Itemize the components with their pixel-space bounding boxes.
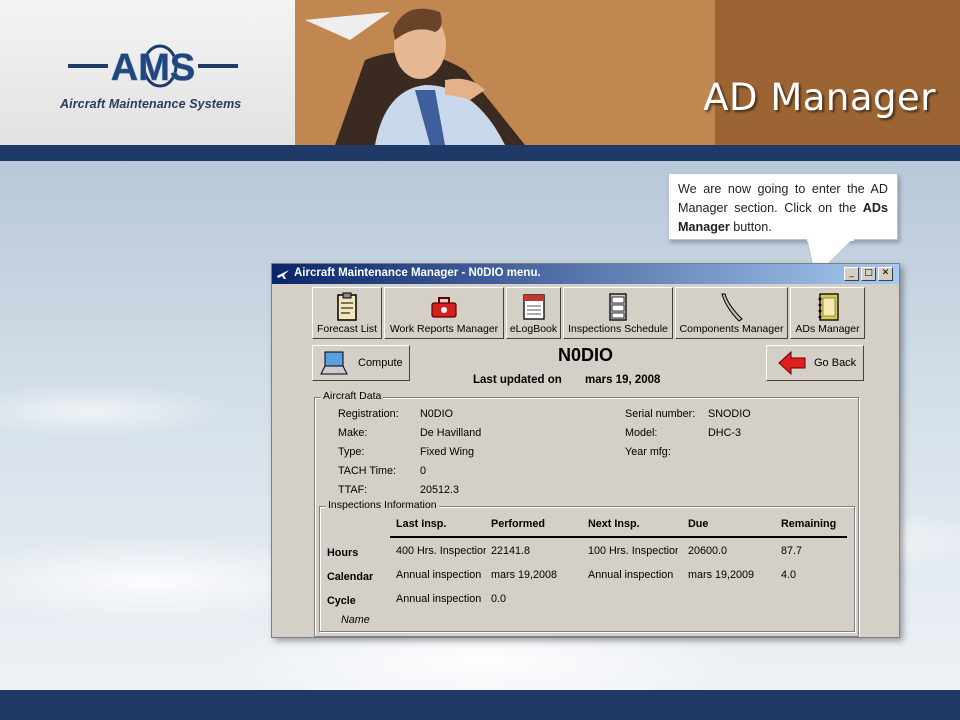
- header-photo: AD Manager: [295, 0, 960, 145]
- instruction-callout: We are now going to enter the AD Manager…: [668, 173, 898, 240]
- work-reports-manager-button[interactable]: Work Reports Manager: [384, 287, 504, 339]
- close-button[interactable]: ✕: [878, 267, 893, 281]
- ttaf-label: TTAF:: [338, 484, 368, 496]
- forecast-list-label: Forecast List: [316, 323, 378, 335]
- header-next-insp: Next Insp.: [588, 518, 640, 530]
- type-value: Fixed Wing: [420, 446, 475, 458]
- window-title: Aircraft Maintenance Manager - N0DIO men…: [294, 267, 541, 279]
- hours-next-insp: 100 Hrs. Inspection: [588, 545, 678, 557]
- bottom-band: [0, 690, 960, 720]
- serial-number-label: Serial number:: [625, 408, 696, 420]
- toolbox-icon: [431, 297, 457, 318]
- row-label-cycle: Cycle: [327, 595, 356, 607]
- serial-number-value: SNODIO: [708, 408, 751, 420]
- last-updated-label: Last updated on: [473, 374, 562, 386]
- hours-last-insp: 400 Hrs. Inspection: [396, 545, 486, 557]
- hours-remaining: 87.7: [781, 545, 803, 557]
- app-window: Aircraft Maintenance Manager - N0DIO men…: [271, 263, 900, 638]
- make-label: Make:: [338, 427, 368, 439]
- go-back-button[interactable]: Go Back: [766, 345, 864, 381]
- elogbook-label: eLogBook: [509, 323, 558, 335]
- registration-value: N0DIO: [420, 408, 453, 420]
- wrench-icon: [720, 293, 743, 322]
- page-title: AD Manager: [703, 76, 936, 119]
- make-value: De Havilland: [420, 427, 482, 439]
- header-due: Due: [688, 518, 709, 530]
- window-titlebar[interactable]: Aircraft Maintenance Manager - N0DIO men…: [272, 264, 899, 284]
- calendar-last-insp: Annual inspection: [396, 569, 482, 581]
- hours-due: 20600.0: [688, 545, 728, 557]
- logo-panel: AMS AMS Aircraft Maintenance Systems: [0, 0, 295, 145]
- callout-text-after: button.: [729, 220, 772, 234]
- logo-text: Aircraft Maintenance Systems: [60, 97, 242, 111]
- model-value: DHC-3: [708, 427, 741, 439]
- inspections-schedule-label: Inspections Schedule: [568, 323, 668, 335]
- header-last-insp: Last Insp.: [396, 518, 447, 530]
- header-underline: [390, 536, 847, 538]
- ams-logo: AMS AMS: [68, 44, 238, 89]
- businessman-photo-illustration: [295, 0, 960, 145]
- hours-performed: 22141.8: [491, 545, 531, 557]
- model-label: Model:: [625, 427, 658, 439]
- calendar-remaining: 4.0: [781, 569, 797, 581]
- logbook-icon: [522, 294, 545, 320]
- components-manager-label: Components Manager: [679, 323, 784, 335]
- name-label: Name: [341, 614, 370, 626]
- tach-time-label: TACH Time:: [338, 465, 396, 477]
- work-reports-manager-label: Work Reports Manager: [389, 323, 499, 335]
- airplane-icon: [277, 270, 289, 279]
- row-label-calendar: Calendar: [327, 571, 374, 583]
- registration-label: Registration:: [338, 408, 399, 420]
- last-updated-value: mars 19, 2008: [585, 374, 661, 386]
- maximize-button[interactable]: □: [861, 267, 876, 281]
- go-back-label: Go Back: [814, 357, 857, 369]
- inspections-schedule-button[interactable]: Inspections Schedule: [563, 287, 673, 339]
- logo-letters-outline: AMS: [111, 47, 195, 89]
- forecast-list-button[interactable]: Forecast List: [312, 287, 382, 339]
- ads-manager-button[interactable]: ADs Manager: [790, 287, 865, 339]
- calendar-due: mars 19,2009: [688, 569, 755, 581]
- clipboard-icon: [337, 292, 357, 321]
- elogbook-button[interactable]: eLogBook: [506, 287, 561, 339]
- ads-manager-label: ADs Manager: [795, 323, 860, 335]
- callout-text-before: We are now going to enter the AD Manager…: [678, 182, 888, 215]
- tach-time-value: 0: [420, 465, 427, 477]
- notebook-icon: [818, 293, 839, 321]
- calendar-performed: mars 19,2008: [491, 569, 558, 581]
- cycle-performed: 0.0: [491, 593, 507, 605]
- cabinet-icon: [609, 293, 627, 321]
- header: AMS AMS Aircraft Maintenance Systems AD …: [0, 0, 960, 145]
- inspections-group: Inspections Information Last Insp. Perfo…: [319, 499, 855, 632]
- ttaf-value: 20512.3: [420, 484, 460, 496]
- year-mfg-label: Year mfg:: [625, 446, 671, 458]
- top-band: [0, 145, 960, 161]
- inspections-label: Inspections Information: [326, 499, 439, 511]
- header-remaining: Remaining: [781, 518, 837, 530]
- row-label-hours: Hours: [327, 547, 359, 559]
- cycle-last-insp: Annual inspection: [396, 593, 482, 605]
- arrow-left-icon: [778, 350, 806, 376]
- calendar-next-insp: Annual inspection: [588, 569, 674, 581]
- components-manager-button[interactable]: Components Manager: [675, 287, 788, 339]
- minimize-button[interactable]: _: [844, 267, 859, 281]
- aircraft-data-group: Aircraft Data Registration: N0DIO Make: …: [314, 390, 859, 637]
- header-performed: Performed: [491, 518, 546, 530]
- aircraft-data-label: Aircraft Data: [321, 390, 384, 402]
- type-label: Type:: [338, 446, 365, 458]
